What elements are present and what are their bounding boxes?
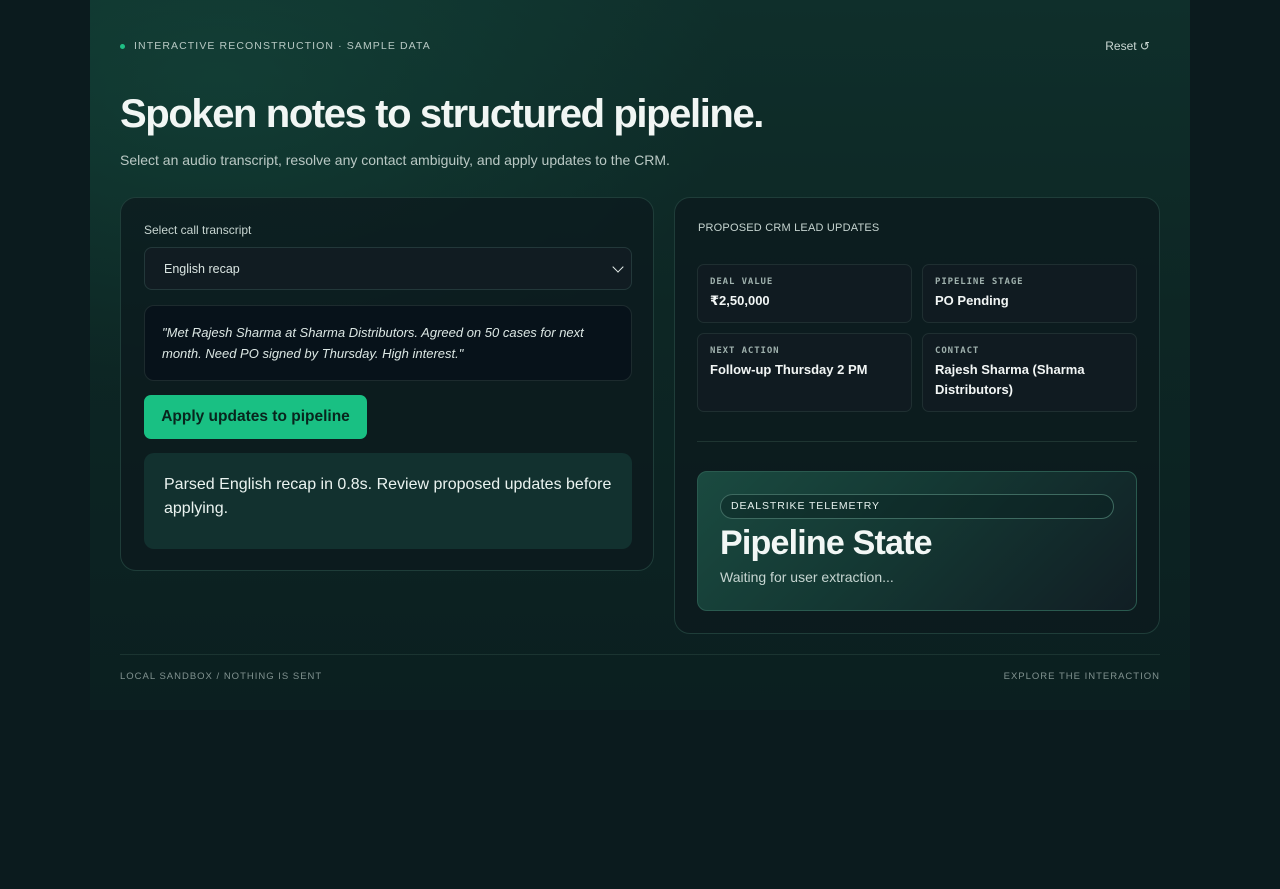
next-action-value: Follow-up Thursday 2 PM	[710, 362, 868, 377]
transcript-select[interactable]: English recap	[144, 247, 632, 290]
divider	[697, 441, 1137, 442]
status-message: Parsed English recap in 0.8s. Review pro…	[144, 453, 632, 549]
telemetry-badge: DEALSTRIKE TELEMETRY	[720, 494, 1114, 519]
pipeline-stage-label: PIPELINE STAGE	[935, 277, 1024, 287]
telemetry-title: Pipeline State	[720, 524, 933, 562]
updates-title: PROPOSED CRM LEAD UPDATES	[698, 222, 880, 234]
updates-panel: PROPOSED CRM LEAD UPDATES DEAL VALUE ₹2,…	[674, 197, 1160, 634]
transcript-text: "Met Rajesh Sharma at Sharma Distributor…	[144, 305, 632, 381]
telemetry-subtitle: Waiting for user extraction...	[720, 569, 894, 585]
deal-value: ₹2,50,000	[710, 293, 770, 308]
footer-note: LOCAL SANDBOX / NOTHING IS SENT	[120, 671, 323, 682]
status-dot-icon	[120, 43, 125, 49]
next-action-label: NEXT ACTION	[710, 346, 780, 356]
telemetry-card: DEALSTRIKE TELEMETRY Pipeline State Wait…	[697, 471, 1137, 611]
eyebrow-text: INTERACTIVE RECONSTRUCTION · SAMPLE DATA	[134, 40, 431, 52]
next-action-tile: NEXT ACTION Follow-up Thursday 2 PM	[697, 333, 912, 412]
footer-divider	[120, 654, 1160, 655]
contact-value: Rajesh Sharma (Sharma Distributors)	[935, 362, 1085, 397]
pipeline-stage-tile: PIPELINE STAGE PO Pending	[922, 264, 1137, 323]
explore-link[interactable]: EXPLORE THE INTERACTION	[1004, 671, 1160, 682]
deal-value-tile: DEAL VALUE ₹2,50,000	[697, 264, 912, 323]
contact-tile: CONTACT Rajesh Sharma (Sharma Distributo…	[922, 333, 1137, 412]
contact-label: CONTACT	[935, 346, 980, 356]
eyebrow: INTERACTIVE RECONSTRUCTION · SAMPLE DATA	[120, 40, 431, 52]
apply-updates-button[interactable]: Apply updates to pipeline	[144, 395, 367, 439]
pipeline-stage-value: PO Pending	[935, 293, 1009, 308]
transcript-select-value: English recap	[164, 261, 240, 276]
transcript-panel: Select call transcript English recap "Me…	[120, 197, 654, 571]
page-subtitle: Select an audio transcript, resolve any …	[120, 152, 670, 168]
deal-value-label: DEAL VALUE	[710, 277, 774, 287]
page-title: Spoken notes to structured pipeline.	[120, 92, 764, 136]
chevron-down-icon	[612, 260, 624, 273]
reset-button[interactable]: Reset ↺	[1105, 39, 1150, 53]
select-transcript-label: Select call transcript	[144, 223, 252, 237]
top-bar: INTERACTIVE RECONSTRUCTION · SAMPLE DATA…	[120, 39, 1160, 56]
